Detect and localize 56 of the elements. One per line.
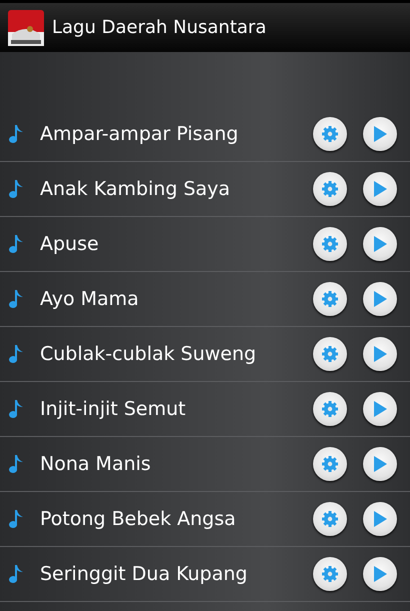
play-button[interactable] (363, 447, 397, 481)
settings-button[interactable] (313, 447, 347, 481)
song-title[interactable]: Cublak-cublak Suweng (40, 340, 313, 368)
music-note-icon (8, 399, 24, 419)
settings-button[interactable] (313, 337, 347, 371)
play-button[interactable] (363, 337, 397, 371)
settings-button[interactable] (313, 502, 347, 536)
play-button[interactable] (363, 502, 397, 536)
play-button[interactable] (363, 227, 397, 261)
app-logo-icon (8, 10, 44, 46)
settings-icon (321, 290, 339, 308)
settings-icon (321, 345, 339, 363)
play-icon (373, 566, 387, 582)
settings-button[interactable] (313, 227, 347, 261)
settings-icon (321, 125, 339, 143)
music-note-icon (8, 564, 24, 584)
settings-button[interactable] (313, 392, 347, 426)
settings-icon (321, 510, 339, 528)
song-title[interactable]: Ampar-ampar Pisang (40, 120, 313, 148)
song-title[interactable]: Injit-injit Semut (40, 394, 313, 424)
music-note-icon (8, 179, 24, 199)
play-icon (373, 126, 387, 142)
play-icon (373, 401, 387, 417)
song-title[interactable]: Seringgit Dua Kupang (40, 560, 313, 588)
settings-icon (321, 400, 339, 418)
settings-button[interactable] (313, 557, 347, 591)
settings-icon (321, 235, 339, 253)
app-title: Lagu Daerah Nusantara (52, 16, 266, 40)
play-icon (373, 346, 387, 362)
settings-icon (321, 455, 339, 473)
song-title[interactable]: Apuse (40, 230, 313, 258)
play-icon (373, 456, 387, 472)
play-button[interactable] (363, 282, 397, 316)
music-note-icon (8, 454, 24, 474)
play-button[interactable] (363, 392, 397, 426)
play-icon (373, 236, 387, 252)
music-note-icon (8, 344, 24, 364)
settings-icon (321, 565, 339, 583)
settings-button[interactable] (313, 282, 347, 316)
music-note-icon (8, 124, 24, 144)
music-note-icon (8, 234, 24, 254)
play-button[interactable] (363, 557, 397, 591)
settings-icon (321, 180, 339, 198)
song-title[interactable]: Nona Manis (40, 450, 313, 478)
song-title[interactable]: Potong Bebek Angsa (40, 504, 313, 534)
play-icon (373, 181, 387, 197)
music-note-icon (8, 509, 24, 529)
play-icon (373, 291, 387, 307)
play-icon (373, 511, 387, 527)
music-note-icon (8, 289, 24, 309)
play-button[interactable] (363, 172, 397, 206)
song-title[interactable]: Ayo Mama (40, 284, 313, 314)
play-button[interactable] (363, 117, 397, 151)
song-title[interactable]: Anak Kambing Saya (40, 174, 313, 204)
settings-button[interactable] (313, 172, 347, 206)
settings-button[interactable] (313, 117, 347, 151)
